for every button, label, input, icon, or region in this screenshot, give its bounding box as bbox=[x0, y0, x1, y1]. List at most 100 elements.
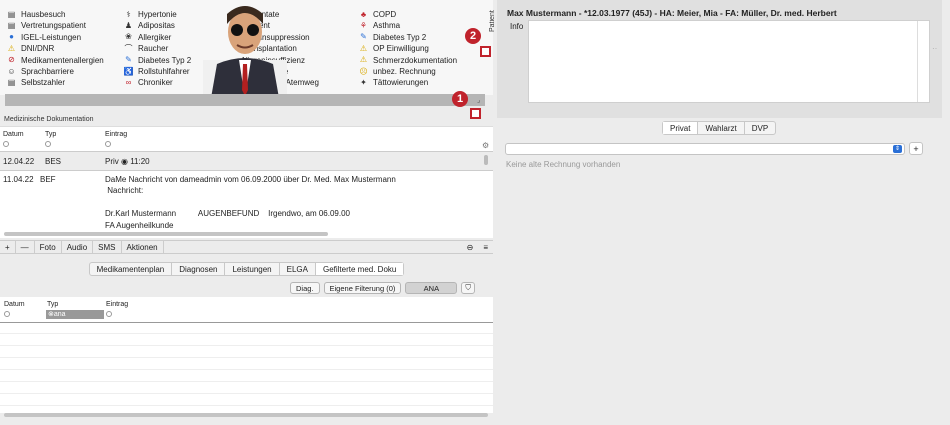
flag-item[interactable]: ♿ Rollstuhlfahrer bbox=[123, 66, 190, 77]
flag-item[interactable]: ♣ COPD bbox=[358, 9, 396, 20]
row-entry-line: DaMe Nachricht von dameadmin vom 06.09.2… bbox=[105, 175, 396, 184]
flag-item[interactable]: ✎ Diabetes Typ 2 bbox=[358, 32, 426, 43]
flag-label: Asthma bbox=[373, 21, 401, 31]
callout-badge-1: 1 bbox=[452, 91, 468, 107]
flag-item[interactable]: ▤ Selbstzahler bbox=[6, 77, 65, 88]
col-header-date[interactable]: Datum bbox=[4, 301, 25, 308]
splitter-handle-icon[interactable]: ·· bbox=[932, 44, 937, 53]
tab-medikamentenplan[interactable]: Medikamentenplan bbox=[90, 263, 173, 275]
table-row[interactable]: 11.04.22 BEF DaMe Nachricht von dameadmi… bbox=[0, 172, 480, 234]
flag-item[interactable]: ✦ Tättowierungen bbox=[358, 77, 428, 88]
filter-radio-entry[interactable] bbox=[106, 311, 112, 317]
document-icon: ▤ bbox=[7, 9, 16, 19]
sms-button[interactable]: SMS bbox=[93, 240, 122, 254]
documentation-table[interactable]: Datum Typ Eintrag ⚙ 12.04.22 BES Priv ◉ … bbox=[0, 126, 493, 238]
col-header-entry[interactable]: Eintrag bbox=[106, 301, 128, 308]
syringe-icon: ✎ bbox=[125, 55, 132, 65]
flag-item[interactable]: ⚕ Hypertonie bbox=[123, 9, 177, 20]
flag-item[interactable]: ☹ unbez. Rechnung bbox=[358, 66, 435, 77]
flag-item[interactable]: ▤ Vertretungspatient bbox=[6, 20, 86, 31]
flag-item[interactable]: ☺ Sprachbarriere bbox=[6, 66, 74, 77]
filter-radio-entry[interactable] bbox=[105, 141, 111, 147]
filter-bar: Diag. Eigene Filterung (0) ANA ⛉ bbox=[290, 282, 476, 295]
divider bbox=[0, 345, 493, 346]
audio-button[interactable]: Audio bbox=[62, 240, 94, 254]
horizontal-scrollbar[interactable] bbox=[4, 232, 328, 236]
ana-filter-button[interactable]: ANA bbox=[405, 282, 458, 294]
stethoscope-icon: ⚕ bbox=[126, 9, 131, 19]
invoice-select[interactable]: ⇕ bbox=[505, 143, 905, 155]
flags-resize-bar[interactable] bbox=[5, 94, 485, 106]
flag-item[interactable]: ▤ Hausbesuch bbox=[6, 9, 66, 20]
document-icon: ▤ bbox=[7, 20, 16, 30]
add-invoice-button[interactable]: + bbox=[909, 142, 923, 155]
tab-leistungen[interactable]: Leistungen bbox=[225, 263, 280, 275]
flag-item[interactable]: ● IGEL-Leistungen bbox=[6, 32, 81, 43]
flag-item[interactable]: ✎ Diabetes Typ 2 bbox=[123, 55, 191, 66]
type-filter-field[interactable]: ⊗ana bbox=[46, 310, 104, 319]
asthma-icon: ⚘ bbox=[359, 20, 368, 30]
flag-label: Diabetes Typ 2 bbox=[138, 55, 192, 65]
diag-filter-button[interactable]: Diag. bbox=[290, 282, 320, 294]
flag-label: Diabetes Typ 2 bbox=[373, 32, 427, 42]
callout-badge-2: 2 bbox=[465, 28, 481, 44]
filter-radio-date[interactable] bbox=[3, 141, 9, 147]
funnel-icon[interactable]: ⛉ bbox=[461, 282, 476, 294]
chevron-updown-icon[interactable]: ⇕ bbox=[893, 145, 902, 153]
warning-icon: ⚠ bbox=[359, 43, 368, 53]
flag-label: Raucher bbox=[138, 44, 169, 54]
divider bbox=[0, 333, 493, 334]
remove-button[interactable]: — bbox=[16, 240, 35, 254]
filter-radio-date[interactable] bbox=[4, 311, 10, 317]
filtered-doc-table[interactable]: Datum Typ Eintrag ⊗ana bbox=[0, 297, 493, 413]
tab-elga[interactable]: ELGA bbox=[280, 263, 316, 275]
callout-box-2 bbox=[480, 46, 491, 57]
minus-circle-icon[interactable]: ⊖ bbox=[462, 240, 479, 254]
tab-wahlarzt[interactable]: Wahlarzt bbox=[698, 122, 745, 134]
syringe-icon: ✎ bbox=[360, 32, 367, 42]
tab-privat[interactable]: Privat bbox=[663, 122, 699, 134]
row-date: 11.04.22 bbox=[3, 175, 34, 184]
flag-label: Hypertonie bbox=[138, 10, 177, 19]
col-header-date[interactable]: Datum bbox=[3, 131, 24, 138]
flag-item[interactable]: ⌒ Raucher bbox=[123, 43, 169, 54]
info-textarea[interactable] bbox=[528, 20, 930, 103]
actions-button[interactable]: Aktionen bbox=[122, 240, 164, 254]
divider bbox=[0, 369, 493, 370]
add-button[interactable]: + bbox=[0, 240, 16, 254]
row-date: 12.04.22 bbox=[3, 157, 35, 166]
divider bbox=[0, 405, 493, 406]
table-row[interactable]: 12.04.22 BES Priv ◉ 11:20 bbox=[0, 151, 493, 171]
flag-item[interactable]: ⊘ Medikamentenallergien bbox=[6, 55, 104, 66]
own-filter-button[interactable]: Eigene Filterung (0) bbox=[323, 282, 402, 294]
col-header-type[interactable]: Typ bbox=[47, 301, 58, 308]
filter-radio-type[interactable] bbox=[45, 141, 51, 147]
tab-dvp[interactable]: DVP bbox=[745, 122, 775, 134]
col-header-type[interactable]: Typ bbox=[45, 131, 56, 138]
col-header-entry[interactable]: Eintrag bbox=[105, 131, 127, 138]
empty-invoices-text: Keine alte Rechnung vorhanden bbox=[506, 160, 621, 169]
doc-section-title: Medizinische Dokumentation bbox=[4, 116, 94, 123]
flag-item[interactable]: ∞ Chroniker bbox=[123, 77, 173, 88]
billing-tabs: Privat Wahlarzt DVP bbox=[662, 121, 777, 135]
avatar bbox=[203, 6, 287, 98]
flag-item[interactable]: ⚘ Asthma bbox=[358, 20, 400, 31]
flag-item[interactable]: ♟ Adipositas bbox=[123, 20, 175, 31]
row-entry: Priv ◉ 11:20 bbox=[105, 157, 150, 166]
flag-item[interactable]: ⚠ Schmerzdokumentation bbox=[358, 55, 457, 66]
horizontal-scrollbar[interactable] bbox=[4, 413, 488, 417]
vertical-scrollbar[interactable] bbox=[484, 155, 488, 165]
flag-label: COPD bbox=[373, 10, 397, 19]
flag-item[interactable]: ⚠ OP Einwilligung bbox=[358, 43, 429, 54]
flag-item[interactable]: ⚠ DNI/DNR bbox=[6, 43, 54, 54]
type-filter-value: ana bbox=[53, 311, 66, 318]
flag-item[interactable]: ❀ Allergiker bbox=[123, 32, 171, 43]
gear-icon[interactable]: ⚙ bbox=[482, 141, 489, 150]
tab-gefilterte-doku[interactable]: Gefilterte med. Doku bbox=[315, 263, 404, 275]
flag-label: Schmerzdokumentation bbox=[373, 55, 458, 65]
list-icon[interactable]: ≡ bbox=[478, 240, 493, 254]
resize-handle-icon[interactable]: ⌟ bbox=[477, 96, 480, 104]
flag-label: Allergiker bbox=[138, 32, 172, 42]
tab-diagnosen[interactable]: Diagnosen bbox=[172, 263, 226, 275]
foto-button[interactable]: Foto bbox=[35, 240, 62, 254]
